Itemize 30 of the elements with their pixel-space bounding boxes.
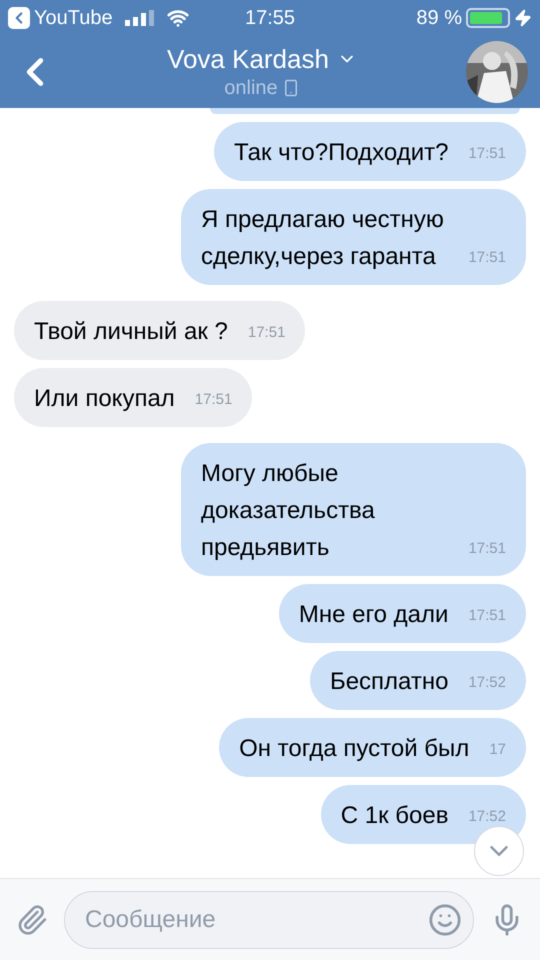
- message-time: 17:51: [248, 323, 286, 343]
- message-time: 17:51: [468, 539, 506, 559]
- clock: 17:55: [244, 6, 296, 31]
- emoji-icon[interactable]: [428, 902, 462, 936]
- message-text: Или покупал: [34, 385, 175, 412]
- message-text: Я предлагаю честную сделку,через гаранта: [201, 206, 444, 270]
- message-time: 17:52: [468, 807, 506, 827]
- back-app-label[interactable]: YouTube: [34, 3, 113, 33]
- message-text: Мне его дали: [298, 601, 448, 628]
- message-text: Он тогда пустой был: [239, 735, 470, 762]
- back-to-app-icon[interactable]: [8, 7, 30, 29]
- wifi-icon: [166, 7, 189, 29]
- message-time: 17:51: [468, 606, 506, 626]
- message-time: 17:51: [468, 248, 506, 268]
- signal-icon: [124, 10, 155, 26]
- message-text: С 1к боев: [340, 802, 448, 829]
- message-time: 17:52: [468, 673, 506, 693]
- message-input[interactable]: Сообщение: [64, 890, 474, 948]
- message-text: Могу любые доказательства предьявить: [201, 460, 375, 561]
- message-time: 17:51: [194, 390, 232, 410]
- battery-percentage: 89 %: [416, 6, 462, 31]
- contact-name[interactable]: Vova Kardash: [167, 43, 329, 75]
- contact-status: online: [224, 76, 278, 101]
- attach-icon[interactable]: [16, 904, 48, 936]
- message-time: 17: [489, 740, 506, 760]
- message-text: Так что?Подходит?: [234, 139, 448, 166]
- message-text: Твой личный ак ?: [34, 318, 228, 345]
- message-time: 17:51: [468, 144, 506, 164]
- message-text: Бесплатно: [330, 668, 448, 695]
- battery-icon: [466, 8, 510, 28]
